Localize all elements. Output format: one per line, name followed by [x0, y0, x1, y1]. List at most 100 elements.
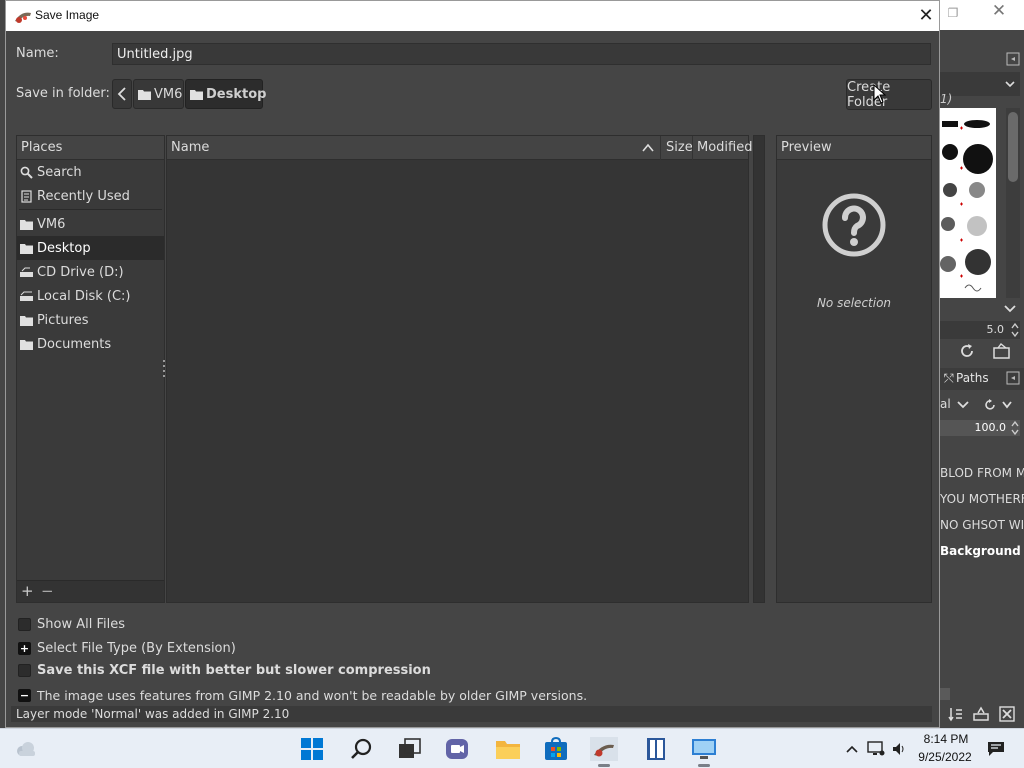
paths-icon: ⤲ [944, 371, 954, 385]
column-name[interactable]: Name [171, 136, 209, 160]
cd-drive-icon [20, 267, 33, 278]
remote-desktop-button[interactable] [684, 729, 724, 768]
chat-button[interactable] [438, 729, 478, 768]
opacity-field[interactable]: 100.0 [940, 420, 1020, 436]
breadcrumb-desktop[interactable]: Desktop [185, 79, 266, 109]
add-bookmark-button[interactable]: + [21, 583, 37, 599]
layer-mask-icon[interactable] [972, 705, 990, 723]
column-modified[interactable]: Modified [692, 136, 752, 160]
place-pictures[interactable]: Pictures [17, 308, 164, 332]
notifications-button[interactable] [982, 729, 1010, 768]
chevron-up-icon [846, 744, 858, 754]
notebook-icon [645, 737, 667, 761]
task-view-button[interactable] [390, 729, 430, 768]
tab-menu-icon[interactable] [1006, 371, 1020, 385]
folder-icon [20, 219, 33, 230]
place-label: Recently Used [37, 188, 130, 204]
remove-bookmark-button[interactable]: − [41, 583, 57, 599]
search-icon [20, 166, 33, 179]
layer-row[interactable]: BLOD FROM MC [940, 466, 1024, 480]
spin-arrows-icon[interactable] [1010, 420, 1020, 436]
breadcrumb-back-button[interactable] [112, 79, 132, 109]
weather-widget[interactable] [6, 729, 46, 768]
show-all-files-checkbox[interactable]: Show All Files [18, 617, 125, 632]
restore-button[interactable]: ❐ [944, 4, 962, 22]
expander-label: Select File Type (By Extension) [37, 641, 236, 656]
notes-app-button[interactable] [636, 729, 676, 768]
place-label: Desktop [37, 240, 91, 256]
place-desktop[interactable]: Desktop [17, 236, 164, 260]
layers-scrollbar[interactable] [940, 688, 950, 700]
store-button[interactable] [536, 729, 576, 768]
close-button[interactable]: ✕ [914, 3, 938, 27]
place-recently-used[interactable]: Recently Used [17, 184, 164, 208]
tab-paths[interactable]: ⤲ Paths [944, 371, 989, 386]
place-local-disk[interactable]: Local Disk (C:) [17, 284, 164, 308]
folder-icon [20, 243, 33, 254]
chevron-down-icon[interactable] [1002, 300, 1018, 316]
xcf-compression-checkbox[interactable]: Save this XCF file with better but slowe… [18, 663, 431, 678]
sort-ascending-icon[interactable] [641, 141, 655, 155]
layer-row[interactable]: YOU MOTHERFU [940, 492, 1024, 506]
open-as-image-icon[interactable] [992, 342, 1012, 360]
network-icon [867, 741, 885, 757]
mode-reset-icon[interactable] [982, 397, 1016, 413]
clock-time[interactable]: 8:14 PM [918, 732, 974, 746]
file-explorer-button[interactable] [488, 729, 528, 768]
file-list-scrollbar[interactable] [753, 135, 765, 603]
layer-row[interactable]: Background [940, 544, 1021, 558]
checkbox-box [18, 618, 31, 631]
merge-down-icon[interactable] [946, 705, 964, 723]
filename-input[interactable] [112, 43, 931, 65]
gimp-logo-icon [13, 7, 33, 25]
layer-mode-select[interactable]: al [940, 397, 951, 411]
place-vm6[interactable]: VM6 [17, 212, 164, 236]
brush-grid[interactable] [940, 108, 996, 298]
folder-icon [20, 315, 33, 326]
show-hidden-icons-button[interactable] [840, 729, 864, 768]
question-mark-icon [822, 193, 886, 257]
column-size[interactable]: Size [660, 136, 693, 160]
place-search[interactable]: Search [17, 160, 164, 184]
delete-layer-icon[interactable] [998, 705, 1016, 723]
volume-button[interactable] [888, 729, 910, 768]
spin-arrows-icon[interactable] [1010, 321, 1020, 339]
cloud-icon [13, 740, 39, 758]
search-button[interactable] [342, 729, 382, 768]
window-close-button[interactable]: ✕ [988, 1, 1010, 21]
select-file-type-expander[interactable]: + Select File Type (By Extension) [18, 641, 236, 656]
clock-date[interactable]: 9/25/2022 [912, 750, 978, 764]
task-view-icon [398, 738, 422, 760]
file-list-header: Name Size Modified [167, 136, 752, 160]
start-button[interactable] [292, 729, 332, 768]
place-cd-drive[interactable]: CD Drive (D:) [17, 260, 164, 284]
preview-empty-text: No selection [816, 296, 892, 310]
brush-scroll-thumb[interactable] [1008, 112, 1018, 182]
tab-menu-icon[interactable] [1006, 52, 1020, 66]
notification-icon [987, 741, 1005, 757]
folder-icon [190, 89, 203, 100]
dialog-titlebar [6, 1, 939, 31]
compat-notice-expander[interactable]: − The image uses features from GIMP 2.10… [18, 688, 587, 703]
place-label: Pictures [37, 312, 89, 328]
file-list[interactable]: Name Size Modified [166, 135, 752, 603]
taskbar: 8:14 PM 9/25/2022 [0, 728, 1024, 768]
video-chat-icon [445, 737, 471, 761]
place-documents[interactable]: Documents [17, 332, 164, 356]
collapse-minus-icon: − [18, 689, 31, 702]
disk-icon [20, 291, 33, 302]
gimp-taskbar-button[interactable] [584, 729, 624, 768]
chevron-down-icon[interactable] [955, 398, 971, 412]
spacing-field[interactable]: 5.0 [940, 321, 1020, 339]
recent-icon [20, 189, 33, 203]
breadcrumb-vm6[interactable]: VM6 [133, 79, 184, 109]
save-image-dialog: Save Image ✕ Name: Save in folder: VM6 D… [5, 0, 940, 728]
layer-row[interactable]: NO GHSOT WIL I [940, 518, 1024, 532]
store-icon [544, 737, 568, 761]
brush-name: 1) [940, 92, 953, 106]
network-button[interactable] [864, 729, 888, 768]
create-folder-button[interactable]: Create Folder [846, 79, 932, 110]
refresh-icon[interactable] [958, 342, 976, 360]
gimp-icon [590, 737, 618, 761]
expand-plus-icon: + [18, 642, 31, 655]
